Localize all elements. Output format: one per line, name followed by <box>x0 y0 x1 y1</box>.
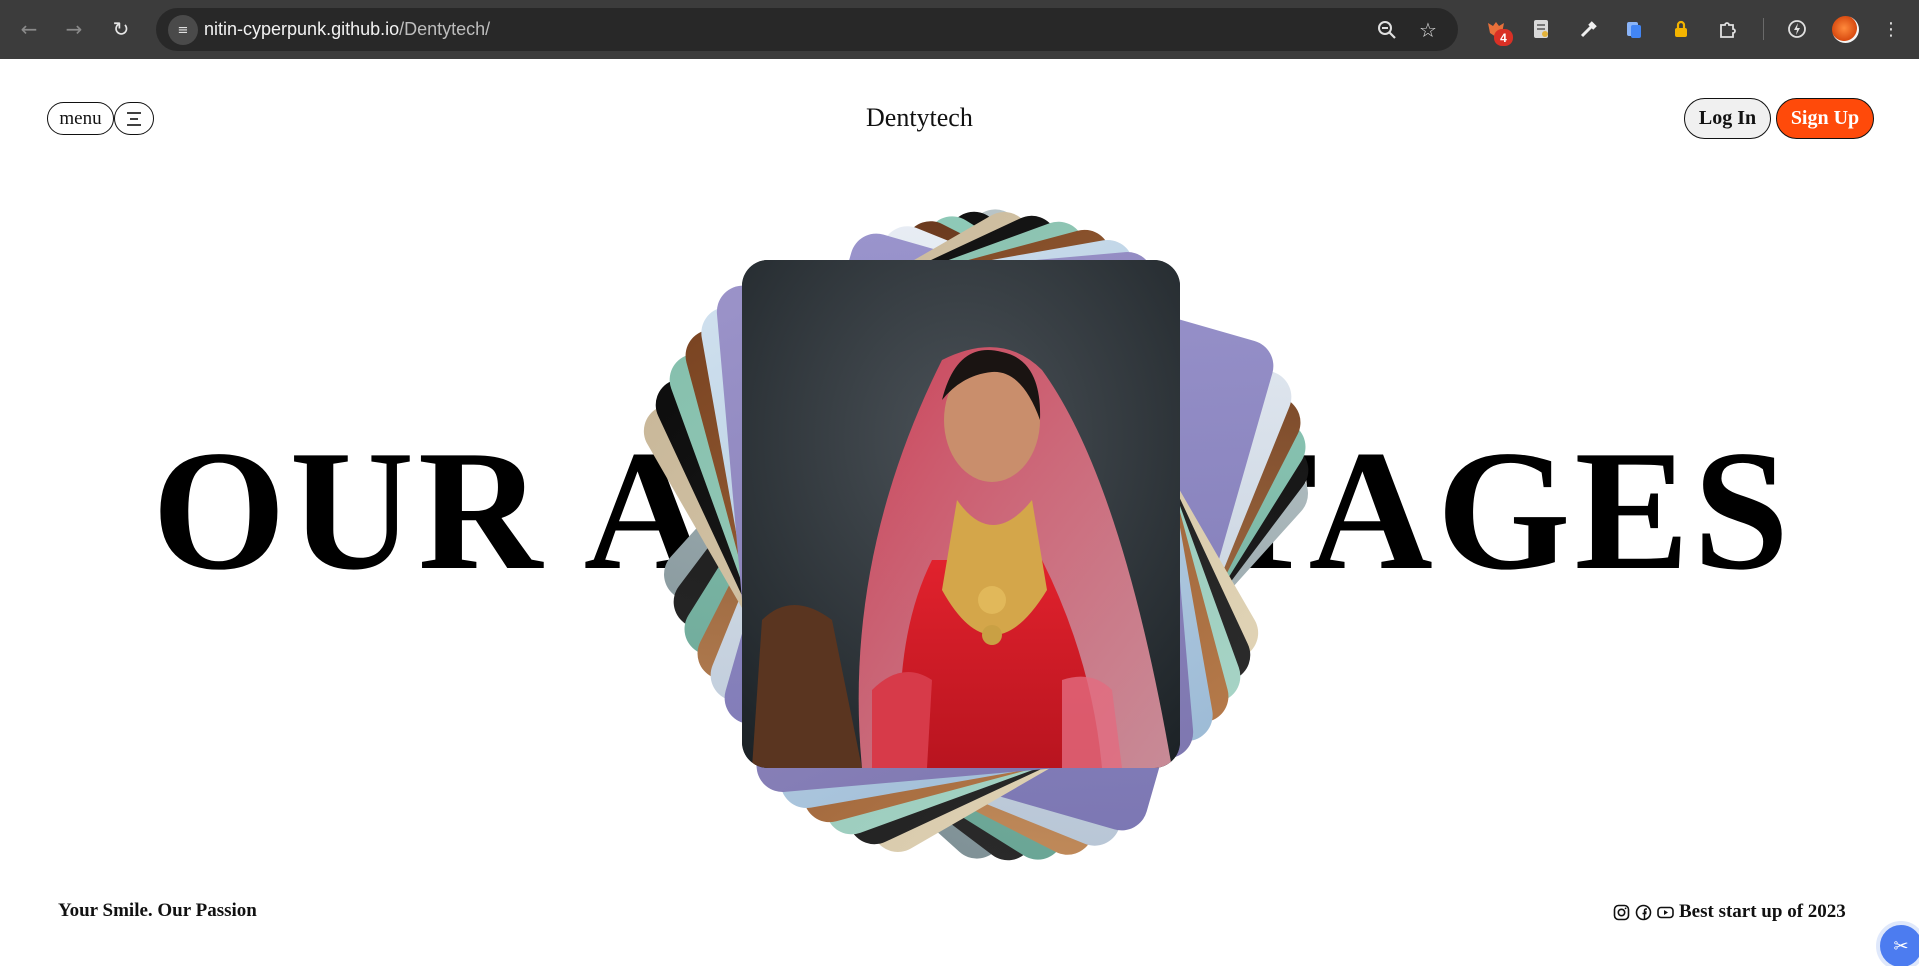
bookmark-star-icon[interactable]: ☆ <box>1415 17 1441 43</box>
scissors-icon: ✂ <box>1893 935 1909 957</box>
brand-title: Dentytech <box>866 103 973 132</box>
extension-lock-icon[interactable] <box>1667 15 1695 43</box>
url-text[interactable]: nitin-cyperpunk.github.io/Dentytech/ <box>204 19 490 40</box>
address-bar[interactable]: ≡ nitin-cyperpunk.github.io/Dentytech/ ☆ <box>156 8 1458 51</box>
forward-icon[interactable]: → <box>60 15 88 43</box>
reload-icon[interactable]: ↻ <box>107 15 135 43</box>
browser-toolbar: ← → ↻ ≡ nitin-cyperpunk.github.io/Dentyt… <box>0 0 1919 59</box>
toolbar-separator <box>1763 18 1764 40</box>
footer-award: Best start up of 2023 <box>1613 900 1846 924</box>
extension-notes-icon[interactable] <box>1527 15 1555 43</box>
site-info-icon[interactable]: ≡ <box>168 15 198 45</box>
eyedropper-icon[interactable] <box>1575 15 1603 43</box>
facebook-icon[interactable] <box>1635 904 1652 921</box>
youtube-icon[interactable] <box>1657 904 1674 921</box>
hamburger-menu-button[interactable] <box>114 102 154 135</box>
profile-avatar[interactable] <box>1832 16 1859 43</box>
back-icon[interactable]: ← <box>15 15 43 43</box>
award-text: Best start up of 2023 <box>1679 901 1846 922</box>
zoom-icon[interactable] <box>1374 17 1400 43</box>
hamburger-icon <box>127 111 141 126</box>
instagram-icon[interactable] <box>1613 904 1630 921</box>
login-button[interactable]: Log In <box>1684 98 1771 139</box>
extensions-puzzle-icon[interactable] <box>1714 15 1742 43</box>
signup-button[interactable]: Sign Up <box>1776 98 1874 139</box>
featured-photo-card[interactable] <box>742 260 1180 768</box>
footer-tagline: Your Smile. Our Passion <box>58 900 257 921</box>
performance-icon[interactable] <box>1783 15 1811 43</box>
extension-badge: 4 <box>1494 29 1513 46</box>
extension-copy-icon[interactable] <box>1620 15 1648 43</box>
menu-button[interactable]: menu <box>47 102 114 135</box>
kebab-menu-icon[interactable]: ⋮ <box>1877 15 1905 43</box>
bride-portrait-image <box>742 260 1180 768</box>
floating-scissors-widget[interactable]: ✂ <box>1876 921 1919 966</box>
